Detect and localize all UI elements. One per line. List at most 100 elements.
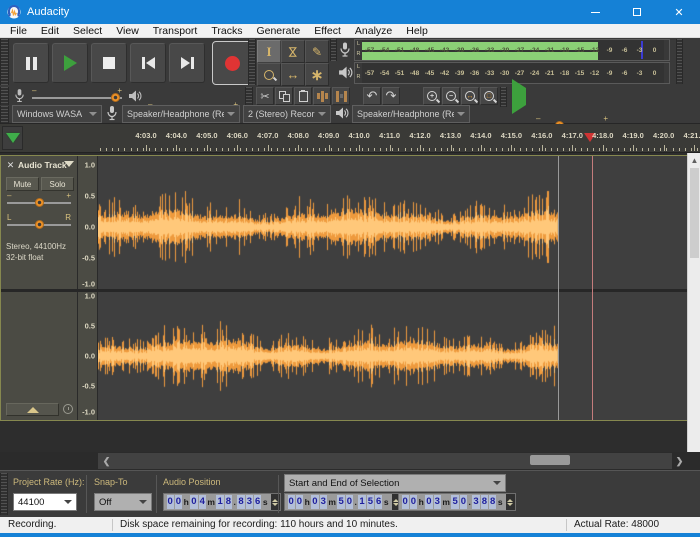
track-area[interactable]: ✕ Audio Track Mute Solo –+ LR Stereo, 44… (0, 153, 700, 452)
ruler-label: 4:13.0 (440, 131, 461, 140)
selection-end-field[interactable]: 00h03m50.388s (398, 493, 516, 511)
gain-slider[interactable]: –+ (7, 194, 71, 208)
vertical-scroll-thumb[interactable] (690, 168, 699, 258)
meter-dock-grip[interactable] (676, 39, 683, 84)
silence-audio-button[interactable] (332, 87, 350, 105)
waveform-channel-2[interactable] (98, 292, 687, 420)
pan-slider[interactable]: LR (7, 216, 71, 230)
mixer-toolbar-grip[interactable] (0, 87, 9, 105)
menu-generate[interactable]: Generate (249, 25, 307, 37)
zoom-in-icon: + (427, 91, 437, 101)
snap-to-select[interactable]: Off (94, 493, 152, 511)
tools-toolbar-grip[interactable] (248, 39, 256, 85)
scroll-up-icon[interactable]: ▲ (688, 154, 700, 167)
recording-meter[interactable]: LR -57-54-51-48-45-42-39-36-33-30-27-24-… (354, 39, 670, 61)
track-name[interactable]: Audio Track (18, 160, 67, 170)
solo-button[interactable]: Solo (41, 177, 74, 191)
timeline-ruler[interactable]: 4:03.04:04.04:05.04:06.04:07.04:08.04:09… (0, 124, 700, 153)
record-button[interactable] (212, 41, 252, 85)
edit-toolbar-grip[interactable] (245, 87, 253, 107)
zoom-tool-button[interactable] (257, 63, 281, 86)
scroll-left-icon[interactable]: ❮ (99, 453, 114, 469)
chevron-down-icon (318, 112, 326, 116)
edit-toolbar: ✂ ↶ ↷ + − ↔ □ (256, 87, 499, 105)
menu-tracks[interactable]: Tracks (204, 25, 249, 37)
scroll-right-icon[interactable]: ❯ (672, 453, 687, 469)
skip-to-start-button[interactable] (130, 43, 166, 83)
transport-toolbar-grip[interactable] (0, 39, 9, 85)
record-meter-grip[interactable] (330, 39, 337, 61)
speaker-icon[interactable] (338, 65, 353, 80)
spinner-icon[interactable] (506, 494, 515, 510)
maximize-button[interactable] (616, 0, 658, 24)
pause-button[interactable] (13, 43, 49, 83)
play-at-speed-icon (512, 79, 526, 114)
play-at-speed-grip[interactable] (500, 87, 507, 107)
menu-help[interactable]: Help (399, 25, 435, 37)
stop-button[interactable] (91, 43, 127, 83)
actual-rate-message: Actual Rate: 48000 (574, 519, 659, 530)
undo-button[interactable]: ↶ (363, 87, 381, 105)
project-rate-select[interactable]: 44100 (13, 493, 77, 511)
playback-device-select[interactable]: Speaker/Headphone (Realte (352, 105, 470, 123)
microphone-icon[interactable] (339, 41, 351, 58)
taskbar-edge (0, 533, 700, 537)
zoom-out-button[interactable]: − (442, 87, 460, 105)
skip-to-end-button[interactable] (169, 43, 205, 83)
redo-button[interactable]: ↷ (382, 87, 400, 105)
audio-track[interactable]: ✕ Audio Track Mute Solo –+ LR Stereo, 44… (0, 155, 688, 421)
track-menu-arrow-icon[interactable] (64, 161, 74, 167)
copy-button[interactable] (275, 87, 293, 105)
audio-host-select[interactable]: Windows WASA (12, 105, 102, 123)
audio-position-field[interactable]: 00h04m18.836s (163, 493, 281, 511)
fit-project-button[interactable]: □ (480, 87, 498, 105)
horizontal-scrollbar[interactable] (98, 453, 672, 469)
zoom-in-button[interactable]: + (423, 87, 441, 105)
separator (566, 519, 567, 531)
trim-audio-icon (317, 91, 328, 102)
skip-to-end-icon (181, 57, 194, 69)
tools-toolbar: I ⋈ ✎ ↔ ∗ (257, 40, 329, 86)
menu-analyze[interactable]: Analyze (348, 25, 399, 37)
pan-slider-thumb[interactable] (35, 220, 44, 229)
microphone-icon (106, 105, 118, 121)
recording-channels-select[interactable]: 2 (Stereo) Recor (243, 105, 331, 123)
play-button[interactable] (52, 43, 88, 83)
menu-file[interactable]: File (3, 25, 34, 37)
menu-transport[interactable]: Transport (146, 25, 205, 37)
pinned-play-head-button[interactable] (2, 126, 23, 150)
selection-start-field[interactable]: 00h03m50.156s (284, 493, 402, 511)
device-toolbar-grip[interactable] (0, 106, 9, 123)
draw-tool-button[interactable]: ✎ (305, 40, 329, 63)
vertical-scrollbar[interactable]: ▲ ▼ (687, 153, 700, 470)
minimize-button[interactable] (574, 0, 616, 24)
close-button[interactable]: ✕ (658, 0, 700, 24)
recording-volume-thumb[interactable] (111, 93, 120, 102)
multi-tool-button[interactable]: ∗ (305, 63, 329, 86)
close-track-button[interactable]: ✕ (5, 160, 16, 171)
time-shift-tool-button[interactable]: ↔ (281, 63, 305, 86)
envelope-tool-button[interactable]: ⋈ (281, 40, 305, 63)
recording-volume-slider[interactable]: –+ (32, 89, 122, 103)
cut-button[interactable]: ✂ (256, 87, 274, 105)
collapse-track-button[interactable] (6, 403, 59, 416)
track-control-panel: ✕ Audio Track Mute Solo –+ LR Stereo, 44… (1, 156, 78, 420)
recording-device-select[interactable]: Speaker/Headphone (Realte (122, 105, 240, 123)
horizontal-scroll-thumb[interactable] (530, 455, 570, 465)
waveform-channel-1[interactable] (98, 156, 687, 289)
paste-button[interactable] (294, 87, 312, 105)
fit-selection-button[interactable]: ↔ (461, 87, 479, 105)
selection-mode-select[interactable]: Start and End of Selection (284, 474, 506, 492)
menu-view[interactable]: View (109, 25, 146, 37)
menu-select[interactable]: Select (66, 25, 109, 37)
menu-edit[interactable]: Edit (34, 25, 66, 37)
menu-effect[interactable]: Effect (307, 25, 348, 37)
selection-tool-button[interactable]: I (257, 40, 281, 63)
play-at-speed-button[interactable] (512, 88, 526, 106)
mute-button[interactable]: Mute (6, 177, 39, 191)
selection-toolbar-grip[interactable] (0, 473, 8, 515)
trim-audio-button[interactable] (313, 87, 331, 105)
meter-lr-labels: LR (355, 63, 362, 83)
gain-slider-thumb[interactable] (35, 198, 44, 207)
audacity-logo (7, 5, 21, 19)
